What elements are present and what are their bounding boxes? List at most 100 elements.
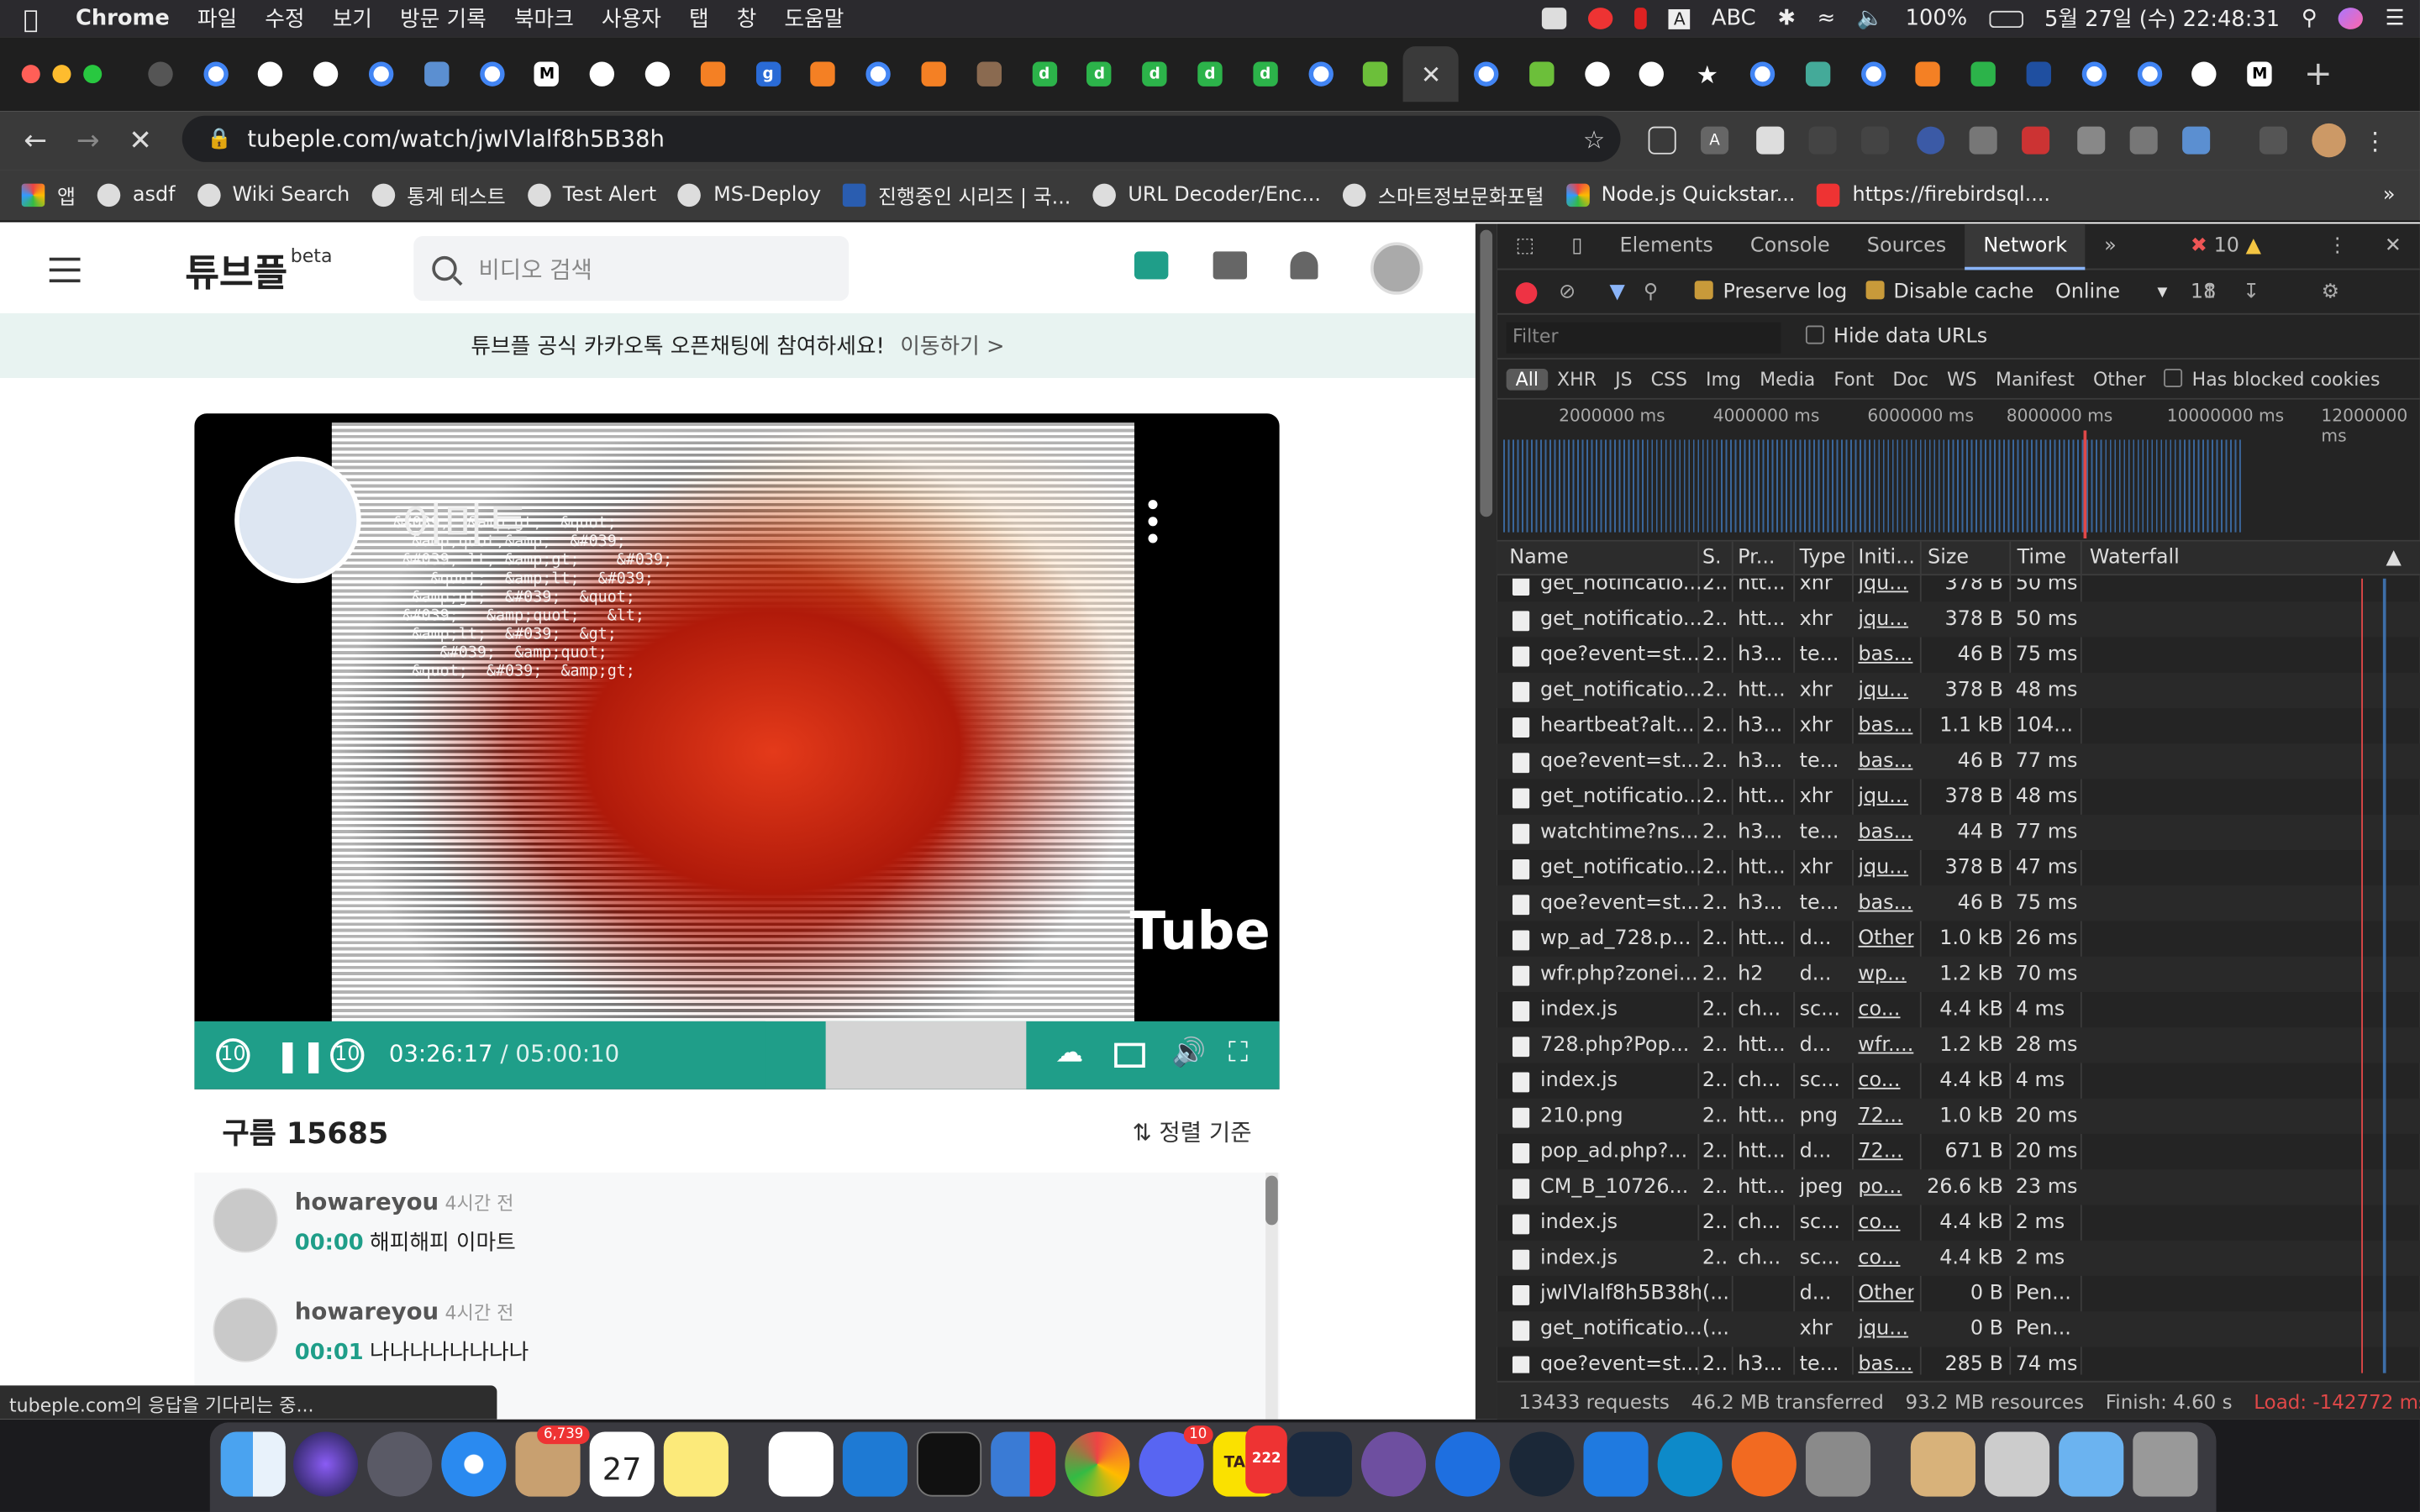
network-overview[interactable]: 2000000 ms 4000000 ms 6000000 ms 8000000… [1497,400,2420,542]
request-row[interactable]: watchtime?ns... 2.. h3... te... bas... 44 B 77… [1497,814,2420,851]
fullscreen-icon[interactable]: ⛶ [1228,1037,1248,1069]
bookmark-item[interactable]: https://firebirdsql.... [1817,183,2050,207]
control-center-icon[interactable]: ☰ [2386,6,2405,30]
request-row[interactable]: qoe?event=st... 2.. h3... te... bas... 46 B 75… [1497,638,2420,673]
comment-timestamp[interactable]: 00:00 [295,1231,364,1256]
request-initiator[interactable]: po... [1858,1176,1913,1200]
request-initiator[interactable]: wfr.... [1858,1034,1913,1058]
menu-edit[interactable]: 수정 [251,3,318,34]
request-row[interactable]: qoe?event=st... 2.. h3... te... bas... 46 B 75… [1497,885,2420,921]
notification-icon[interactable] [1588,8,1614,29]
tab[interactable]: d [1017,46,1072,102]
export-har-icon[interactable]: ↧ [2243,281,2260,304]
col-name[interactable]: Name [1509,546,1568,570]
col-status[interactable]: S. [1702,546,1722,570]
request-row[interactable]: index.js 2.. ch... sc... co... 4.4 kB 2 ms [1497,1205,2420,1240]
tab[interactable]: d [1127,46,1182,102]
tab[interactable] [1348,46,1403,102]
chrome-menu-icon[interactable]: ⋮ [2361,126,2389,155]
menu-tab[interactable]: 탭 [675,3,723,34]
extension-icon[interactable] [2182,126,2211,155]
steam-icon[interactable] [1509,1431,1575,1497]
discord-icon[interactable]: 10 [1139,1425,1213,1497]
record-icon[interactable] [1515,281,1538,303]
notes-icon[interactable] [663,1431,729,1497]
tab[interactable]: M [2232,46,2287,102]
tab[interactable] [1514,46,1570,102]
settings-gear-icon[interactable]: ⚙ [2322,281,2339,304]
extension-icon[interactable] [2129,126,2158,155]
tab[interactable] [961,46,1017,102]
request-initiator[interactable]: 72... [1858,1140,1913,1163]
tab[interactable]: d [1182,46,1238,102]
tab[interactable]: d [1238,46,1293,102]
input-source-label[interactable]: ABC [1712,6,1756,30]
request-row[interactable]: get_notificatio... 2.. htt... xhr jqu... 378 … [1497,578,2420,602]
request-row[interactable]: get_notificatio... 2.. htt... xhr jqu... 378 … [1497,850,2420,885]
request-initiator[interactable]: co... [1858,1069,1913,1093]
tab-elements[interactable]: Elements [1601,223,1731,269]
menu-history[interactable]: 방문 기록 [386,3,500,34]
comment-item[interactable]: howareyou 4시간 전 00:00 해피해피 이마트 [194,1173,1259,1281]
tab[interactable] [188,46,244,102]
volume-icon[interactable]: 🔈 [1857,6,1884,30]
tab[interactable] [851,46,907,102]
extension-icon[interactable]: A [1701,126,1729,155]
atom-icon[interactable] [1286,1431,1352,1497]
comment-item[interactable]: howareyou 4시간 전 00:01 나나나나나나나나 [194,1282,1259,1390]
comments-scrollbar[interactable] [1265,1172,1278,1420]
more-options-icon[interactable] [1148,500,1158,551]
request-row[interactable]: qoe?event=st... 2.. h3... te... bas... 285 B 7… [1497,1347,2420,1373]
bookmark-item[interactable]: Node.js Quickstar... [1565,183,1796,207]
tab[interactable]: d [1072,46,1128,102]
request-row[interactable]: get_notificatio... 2.. htt... xhr jqu... 378 … [1497,601,2420,638]
more-tabs-icon[interactable]: » [2086,223,2135,269]
camera-icon[interactable] [1969,126,1997,155]
comment-timestamp[interactable]: 00:01 [295,1341,364,1365]
sort-ascending-icon[interactable]: ▲ [2386,546,2402,570]
request-row[interactable]: CM_B_10726... 2.. htt... jpeg po... 26.6 kB 23… [1497,1169,2420,1205]
sourcetree-icon[interactable] [1435,1431,1501,1497]
hide-data-urls-checkbox[interactable]: Hide data URLs [1805,325,1987,349]
bookmark-item[interactable]: Test Alert [527,183,656,207]
upload-video-icon[interactable] [1134,251,1169,280]
cloud-icon[interactable]: ☁ [1055,1037,1083,1069]
request-initiator[interactable]: wp... [1858,963,1913,986]
request-initiator[interactable]: bas... [1858,821,1913,844]
progress-track[interactable] [825,1021,1027,1089]
extension-icon[interactable] [1861,126,1890,155]
request-initiator[interactable]: bas... [1858,714,1913,738]
spotlight-icon[interactable]: ⚲ [2302,6,2317,30]
tab-active[interactable]: ✕ [1403,46,1459,102]
type-filter-manifest[interactable]: Manifest [1986,368,2084,390]
video-player[interactable]: &#039; &amp;gt; &quot; &amp;quot;&amp; &… [194,413,1280,1089]
menu-app-name[interactable]: Chrome [61,6,183,30]
col-initiator[interactable]: Initi... [1858,546,1915,570]
commenter-avatar[interactable] [213,1188,278,1253]
request-row[interactable]: jwIVlalf8h5B38h (... d... Other 0 B Pen... [1497,1276,2420,1311]
col-waterfall[interactable]: Waterfall [2090,546,2180,570]
tab[interactable] [2122,46,2177,102]
bookmark-star-icon[interactable]: ☆ [1583,124,1605,154]
address-bar[interactable]: 🔒 tubeple.com/watch/jwIVlalf8h5B38h ☆ [182,115,1621,162]
wifi-icon[interactable]: ≈ [1818,6,1836,30]
launchpad-icon[interactable] [367,1431,433,1497]
tab[interactable] [464,46,519,102]
request-initiator[interactable]: jqu... [1858,785,1913,809]
calculator-icon[interactable] [1805,1431,1871,1497]
filter-icon[interactable]: ▼ [1610,281,1625,304]
issue-counter[interactable]: ✖ 10 ▲ 18 [2172,223,2309,303]
docker-icon[interactable] [1542,8,1568,29]
volume-icon[interactable]: 🔊 [1171,1037,1206,1069]
type-filter-img[interactable]: Img [1697,368,1750,390]
bookmarks-overflow-icon[interactable]: » [2383,184,2396,207]
tab[interactable] [630,46,686,102]
request-row[interactable]: get_notificatio... 2.. htt... xhr jqu... 378 … [1497,780,2420,815]
kakaotalk-icon[interactable]: TALK222 [1213,1425,1287,1497]
type-filter-css[interactable]: CSS [1642,368,1697,390]
video-search-input[interactable]: 비디오 검색 [413,236,850,302]
filter-input[interactable]: Filter [1506,321,1781,353]
forward-10-button[interactable]: 10 [330,1038,365,1073]
comment-user[interactable]: howareyou [295,1188,439,1215]
slack-icon[interactable] [768,1431,834,1497]
